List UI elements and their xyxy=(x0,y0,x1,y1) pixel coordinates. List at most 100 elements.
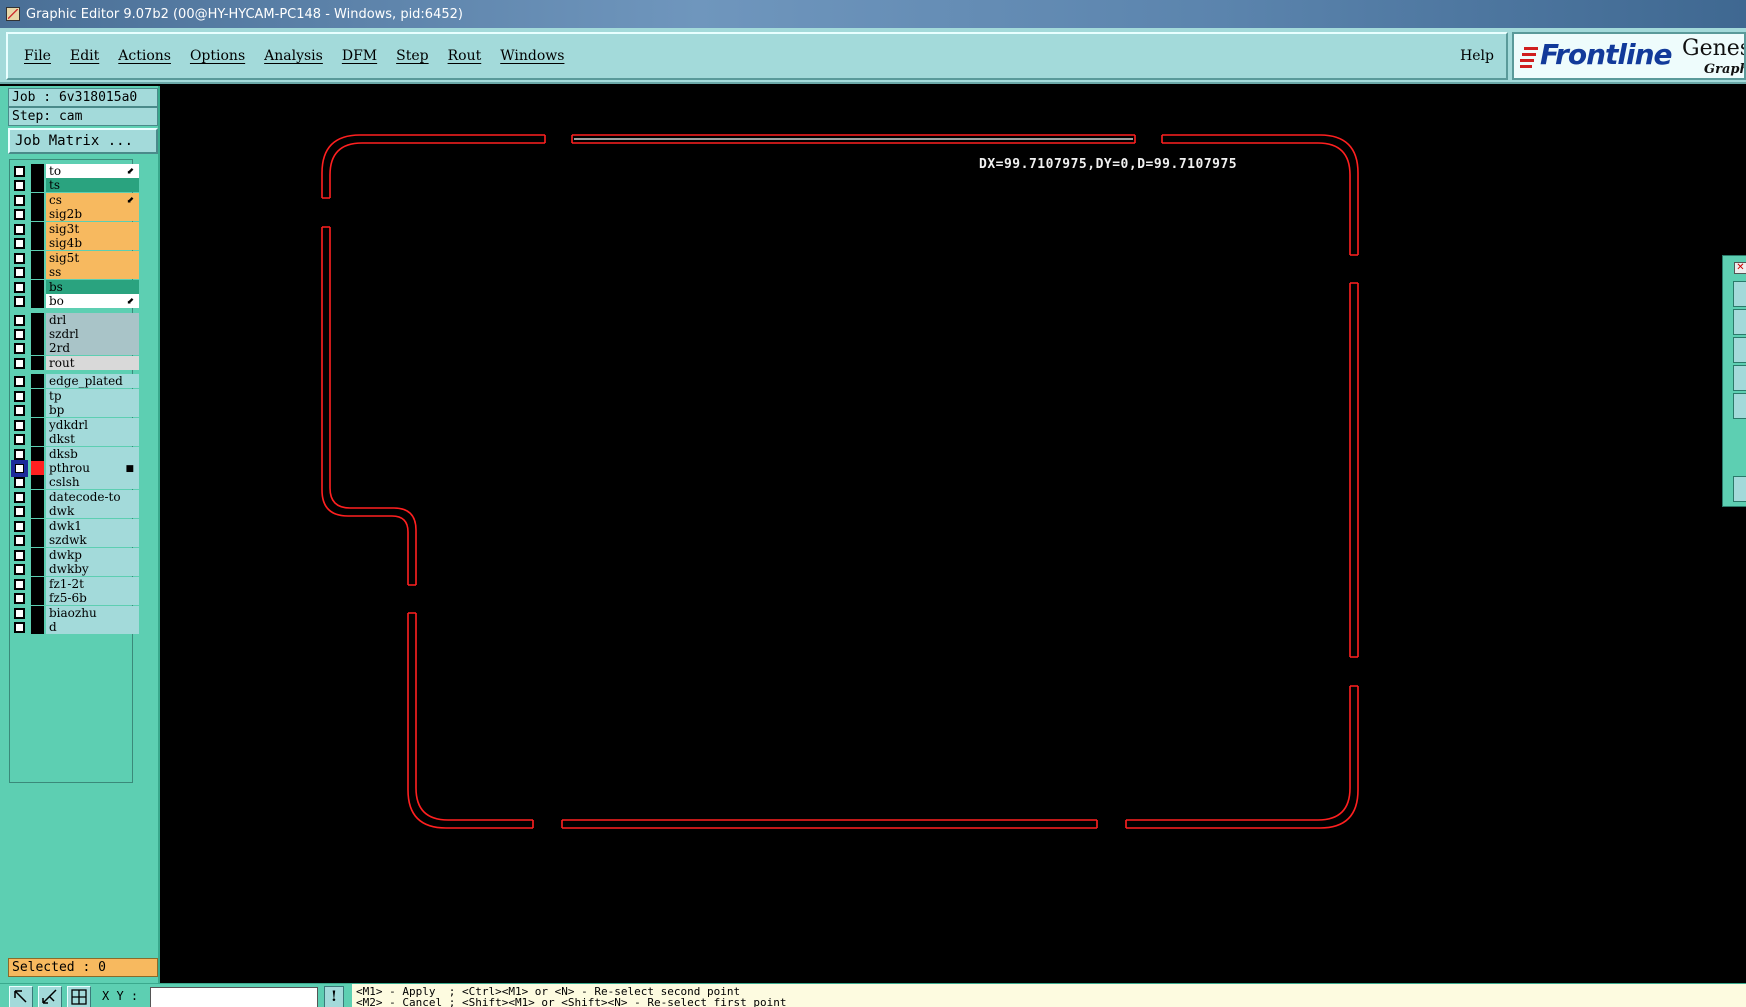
layer-name[interactable]: ts xyxy=(46,178,139,193)
measure-tool-button[interactable] xyxy=(38,986,62,1007)
layer-checkbox[interactable] xyxy=(14,267,25,279)
layer-name[interactable]: cslsh xyxy=(46,475,139,490)
layer-name[interactable]: szdwk xyxy=(46,533,139,548)
toolbar-button-6[interactable] xyxy=(1733,476,1746,502)
graphic-canvas[interactable] xyxy=(162,86,1746,983)
layer-name[interactable]: bs xyxy=(46,279,139,294)
layer-name[interactable]: ss xyxy=(46,265,139,280)
layer-checkbox[interactable] xyxy=(14,621,25,633)
layer-name[interactable]: rout xyxy=(46,355,139,370)
menu-step[interactable]: Step xyxy=(394,48,430,64)
layer-checkbox[interactable] xyxy=(14,238,25,250)
layer-name[interactable]: ydkdrl xyxy=(46,417,139,432)
menu-analysis[interactable]: Analysis xyxy=(262,48,325,64)
layer-name[interactable]: drl xyxy=(46,312,139,327)
exclaim-button[interactable]: ! xyxy=(324,986,344,1007)
layer-name[interactable]: edge_plated xyxy=(46,374,139,389)
layer-checkbox[interactable] xyxy=(14,491,25,503)
layer-checkbox[interactable] xyxy=(14,535,25,547)
layer-checkbox[interactable] xyxy=(14,390,25,402)
layer-name[interactable]: sig2b xyxy=(46,207,139,222)
layer-checkbox[interactable] xyxy=(14,578,25,590)
layer-checkbox[interactable] xyxy=(14,520,25,532)
layer-checkbox[interactable] xyxy=(14,209,25,221)
layer-checkbox[interactable] xyxy=(11,460,28,477)
layer-name[interactable]: bp xyxy=(46,403,139,418)
layer-checkbox[interactable] xyxy=(14,564,25,576)
layer-checkbox[interactable] xyxy=(14,607,25,619)
menu-help[interactable]: Help xyxy=(1460,48,1494,64)
layer-checkbox[interactable] xyxy=(14,506,25,518)
layer-checkbox[interactable] xyxy=(14,180,25,192)
layer-checkbox[interactable] xyxy=(14,549,25,561)
layer-row[interactable]: d xyxy=(10,619,139,635)
layer-name[interactable]: 2rd xyxy=(46,341,139,356)
layer-checkbox[interactable] xyxy=(14,434,25,446)
job-matrix-button[interactable]: Job Matrix ... xyxy=(8,128,158,154)
layer-name[interactable]: szdrl xyxy=(46,326,139,341)
layer-checkbox[interactable] xyxy=(14,223,25,235)
layer-name[interactable]: dwkby xyxy=(46,562,139,577)
layer-checkbox[interactable] xyxy=(14,343,25,355)
layer-name[interactable]: to ⬋ xyxy=(46,164,139,178)
layer-color-swatch xyxy=(31,312,44,327)
layer-color-swatch xyxy=(31,326,44,341)
layer-checkbox[interactable] xyxy=(14,252,25,264)
close-icon[interactable]: ✕ xyxy=(1734,262,1746,274)
layer-name[interactable]: dwkp xyxy=(46,547,139,562)
layer-name[interactable]: dkst xyxy=(46,432,139,447)
select-tool-button[interactable] xyxy=(9,986,33,1007)
layer-checkbox[interactable] xyxy=(14,166,25,177)
layer-checkbox[interactable] xyxy=(14,593,25,605)
layer-checkbox[interactable] xyxy=(14,376,25,388)
layer-color-swatch xyxy=(31,388,44,403)
layer-name[interactable]: biaozhu xyxy=(46,605,139,620)
layer-color-swatch xyxy=(31,619,44,634)
layer-name[interactable]: sig3t xyxy=(46,221,139,236)
layer-color-swatch xyxy=(31,355,44,370)
toolbar-button-5[interactable] xyxy=(1733,393,1746,419)
layer-row[interactable]: rout xyxy=(10,355,139,371)
grid-tool-button[interactable] xyxy=(67,986,91,1007)
layer-name[interactable]: tp xyxy=(46,388,139,403)
layer-checkbox[interactable] xyxy=(14,419,25,431)
layer-name[interactable]: dwk1 xyxy=(46,518,139,533)
layer-checkbox[interactable] xyxy=(14,328,25,340)
layer-checkbox[interactable] xyxy=(14,314,25,326)
layer-name[interactable]: dksb xyxy=(46,446,139,461)
layer-checkbox[interactable] xyxy=(14,194,25,206)
layer-name[interactable]: cs ⬋ xyxy=(46,192,139,207)
layer-checkbox[interactable] xyxy=(14,296,25,308)
menu-file[interactable]: File xyxy=(22,48,53,64)
menu-windows[interactable]: Windows xyxy=(498,48,566,64)
menu-actions[interactable]: Actions xyxy=(116,48,173,64)
layer-checkbox[interactable] xyxy=(14,405,25,417)
layer-checkbox[interactable] xyxy=(14,477,25,489)
layer-list: to ⬋ ts cs ⬋ sig2b sig3t sig4b sig5t ss bs bo ⬋ drl sz… xyxy=(9,159,139,783)
menu-dfm[interactable]: DFM xyxy=(340,48,379,64)
layer-name[interactable]: fz1-2t xyxy=(46,576,139,591)
menu-edit[interactable]: Edit xyxy=(68,48,101,64)
layer-color-swatch xyxy=(31,591,44,606)
layer-color-swatch xyxy=(31,178,44,193)
layer-name[interactable]: fz5-6b xyxy=(46,591,139,606)
toolbar-button-2[interactable] xyxy=(1733,309,1746,335)
layer-checkbox[interactable] xyxy=(14,357,25,369)
layer-name[interactable]: d xyxy=(46,619,139,634)
toolbar-button-4[interactable] xyxy=(1733,365,1746,391)
layer-row[interactable]: bo ⬋ xyxy=(10,293,139,309)
layer-name[interactable]: pthrou ■ xyxy=(46,461,139,475)
layer-name[interactable]: bo ⬋ xyxy=(46,294,139,309)
layer-name[interactable]: sig5t xyxy=(46,250,139,265)
layer-checkbox[interactable] xyxy=(14,448,25,460)
layer-name[interactable]: sig4b xyxy=(46,236,139,251)
toolbar-button-1[interactable] xyxy=(1733,281,1746,307)
menu-rout[interactable]: Rout xyxy=(446,48,484,64)
xy-coordinate-input[interactable] xyxy=(150,987,318,1007)
layer-name[interactable]: datecode-to xyxy=(46,489,139,504)
toolbar-button-3[interactable] xyxy=(1733,337,1746,363)
brand-stripes-icon xyxy=(1520,47,1538,68)
layer-checkbox[interactable] xyxy=(14,281,25,293)
layer-name[interactable]: dwk xyxy=(46,504,139,519)
menu-options[interactable]: Options xyxy=(188,48,247,64)
